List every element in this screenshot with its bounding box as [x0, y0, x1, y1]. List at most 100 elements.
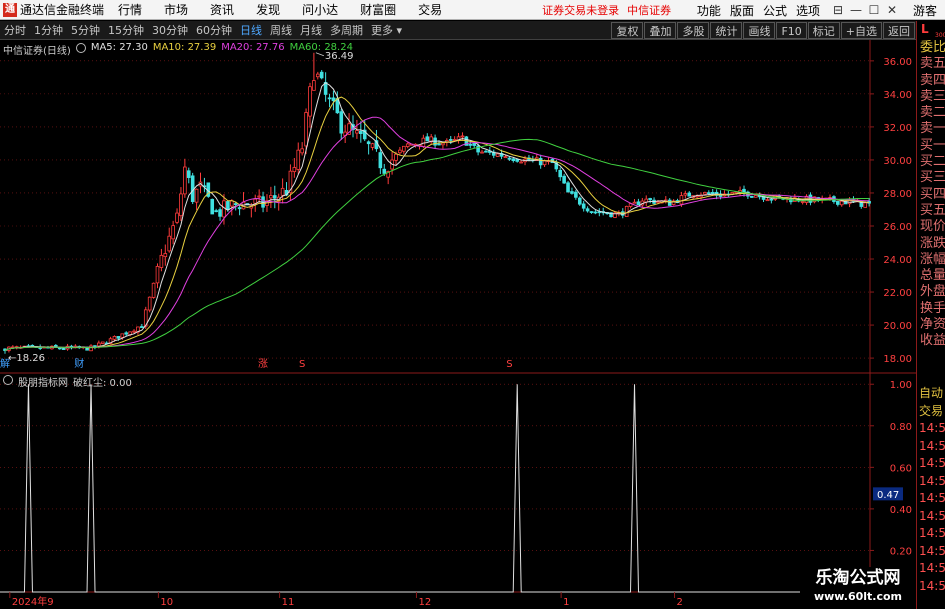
minimize-icon[interactable]: —: [847, 3, 865, 17]
side-field-13[interactable]: 涨幅: [917, 252, 945, 268]
candle-body: [515, 159, 520, 162]
candle-body: [366, 141, 371, 145]
period-intraday[interactable]: 分时: [0, 22, 30, 39]
candle-body: [378, 152, 383, 169]
menu-discover[interactable]: 发现: [256, 1, 280, 18]
min-price-label: ←18.26: [8, 353, 45, 364]
price-tick-label: 20.00: [883, 321, 912, 332]
period-daily[interactable]: 日线: [236, 22, 266, 39]
menu-formula[interactable]: 公式: [763, 2, 787, 19]
guest-user[interactable]: 游客: [913, 2, 937, 19]
candle-body: [800, 201, 805, 203]
side-field-4[interactable]: 卖二: [917, 105, 945, 121]
draw-line-button[interactable]: 画线: [743, 22, 776, 39]
price-tick-label: 30.00: [883, 156, 912, 167]
kline-chart[interactable]: 18.00 20.00 22.00 24.00 26.00 28.00 30.00 32.00…: [0, 40, 916, 609]
add-watchlist-button[interactable]: +自选: [840, 22, 882, 39]
candle-body: [570, 191, 574, 194]
candle-body: [679, 195, 684, 205]
ma60-label: MA60: 28.24: [289, 42, 353, 53]
side-field-16[interactable]: 换手: [917, 301, 945, 317]
side-field-2[interactable]: 卖四: [917, 73, 945, 89]
back-button[interactable]: 返回: [883, 22, 915, 39]
period-weekly[interactable]: 周线: [266, 22, 296, 39]
period-more[interactable]: 更多 ▾: [367, 22, 406, 39]
side-field-12[interactable]: 涨跌: [917, 236, 945, 252]
maximize-icon[interactable]: ☐: [865, 3, 883, 17]
candle-body: [179, 193, 183, 217]
period-5min[interactable]: 5分钟: [67, 22, 104, 39]
adjust-button[interactable]: 复权: [611, 22, 644, 39]
candle-body: [214, 210, 218, 213]
candle-body: [257, 195, 261, 198]
candle-body: [93, 345, 97, 348]
trade-tick-time: 14:56: [919, 491, 945, 505]
candle-body: [405, 143, 410, 147]
menu-trade[interactable]: 交易: [418, 1, 442, 18]
trading-terminal-window: 通 通达信金融终端 行情 市场 资讯 发现 问小达 财富圈 交易 证券交易未登录…: [0, 0, 945, 609]
side-field-7[interactable]: 买二: [917, 154, 945, 170]
toolbar-right-buttons: 复权 叠加 多股 统计 画线 F10 标记 +自选 返回: [611, 21, 916, 40]
candle-body: [226, 201, 230, 211]
candle-body: [269, 195, 273, 199]
overlay-button[interactable]: 叠加: [644, 22, 677, 39]
period-1min[interactable]: 1分钟: [30, 22, 67, 39]
candle-body: [394, 153, 398, 161]
side-field-18[interactable]: 收益: [917, 333, 945, 349]
close-icon[interactable]: ✕: [883, 3, 901, 17]
side-field-5[interactable]: 卖一: [917, 121, 945, 137]
period-toolbar: 分时 1分钟 5分钟 15分钟 30分钟 60分钟 日线 周线 月线 多周期 更…: [0, 21, 916, 40]
candle-body: [656, 201, 660, 204]
candle-body: [359, 130, 363, 135]
indicator-name[interactable]: 股朋指标网: [18, 374, 68, 389]
side-field-1[interactable]: 卖五: [917, 56, 945, 72]
menu-market-quotes[interactable]: 行情: [118, 1, 142, 18]
candle-body: [97, 342, 101, 347]
candle-body: [280, 187, 285, 196]
side-panel-header[interactable]: L 300: [917, 21, 945, 40]
multi-stock-button[interactable]: 多股: [677, 22, 710, 39]
candle-body: [237, 207, 242, 210]
indicator-tick-label: 1.00: [890, 380, 912, 391]
auto-trade-label[interactable]: 自动: [917, 385, 945, 403]
side-field-0[interactable]: 委比: [917, 40, 945, 56]
candle-body: [753, 195, 758, 198]
side-field-3[interactable]: 卖三: [917, 89, 945, 105]
time-tick-label: 10: [160, 597, 173, 608]
indicator-gear-icon[interactable]: [3, 375, 13, 385]
menu-options[interactable]: 选项: [796, 2, 820, 19]
login-status[interactable]: 证券交易未登录: [542, 2, 619, 18]
candle-body: [589, 211, 594, 213]
restore-layout-icon[interactable]: ⊟: [829, 3, 847, 17]
side-field-8[interactable]: 买三: [917, 170, 945, 186]
chevron-down-icon: ▾: [396, 23, 403, 37]
side-field-17[interactable]: 净资: [917, 317, 945, 333]
auto-trade-label[interactable]: 交易: [917, 403, 945, 421]
menu-market[interactable]: 市场: [164, 1, 188, 18]
menu-layout[interactable]: 版面: [730, 2, 754, 19]
trade-tick-time: 14:56: [919, 526, 945, 540]
menu-wealth-circle[interactable]: 财富圈: [360, 1, 396, 18]
period-60min[interactable]: 60分钟: [192, 22, 236, 39]
menu-function[interactable]: 功能: [697, 2, 721, 19]
period-monthly[interactable]: 月线: [296, 22, 326, 39]
side-field-11[interactable]: 现价: [917, 219, 945, 235]
side-field-10[interactable]: 买五: [917, 203, 945, 219]
menu-ask-assistant[interactable]: 问小达: [302, 1, 338, 18]
menu-news[interactable]: 资讯: [210, 1, 234, 18]
side-field-6[interactable]: 买一: [917, 138, 945, 154]
period-30min[interactable]: 30分钟: [148, 22, 192, 39]
candle-body: [171, 225, 175, 240]
statistics-button[interactable]: 统计: [710, 22, 743, 39]
side-field-14[interactable]: 总量: [917, 268, 945, 284]
period-multi[interactable]: 多周期: [326, 22, 367, 39]
side-field-9[interactable]: 买四: [917, 187, 945, 203]
f10-button[interactable]: F10: [776, 22, 807, 39]
period-15min[interactable]: 15分钟: [104, 22, 148, 39]
broker-name[interactable]: 中信证券: [627, 2, 671, 18]
side-field-15[interactable]: 外盘: [917, 284, 945, 300]
candle-body: [355, 130, 359, 134]
trade-tick-time: 14:56: [919, 561, 945, 575]
settings-gear-icon[interactable]: [75, 43, 86, 53]
mark-button[interactable]: 标记: [807, 22, 840, 39]
